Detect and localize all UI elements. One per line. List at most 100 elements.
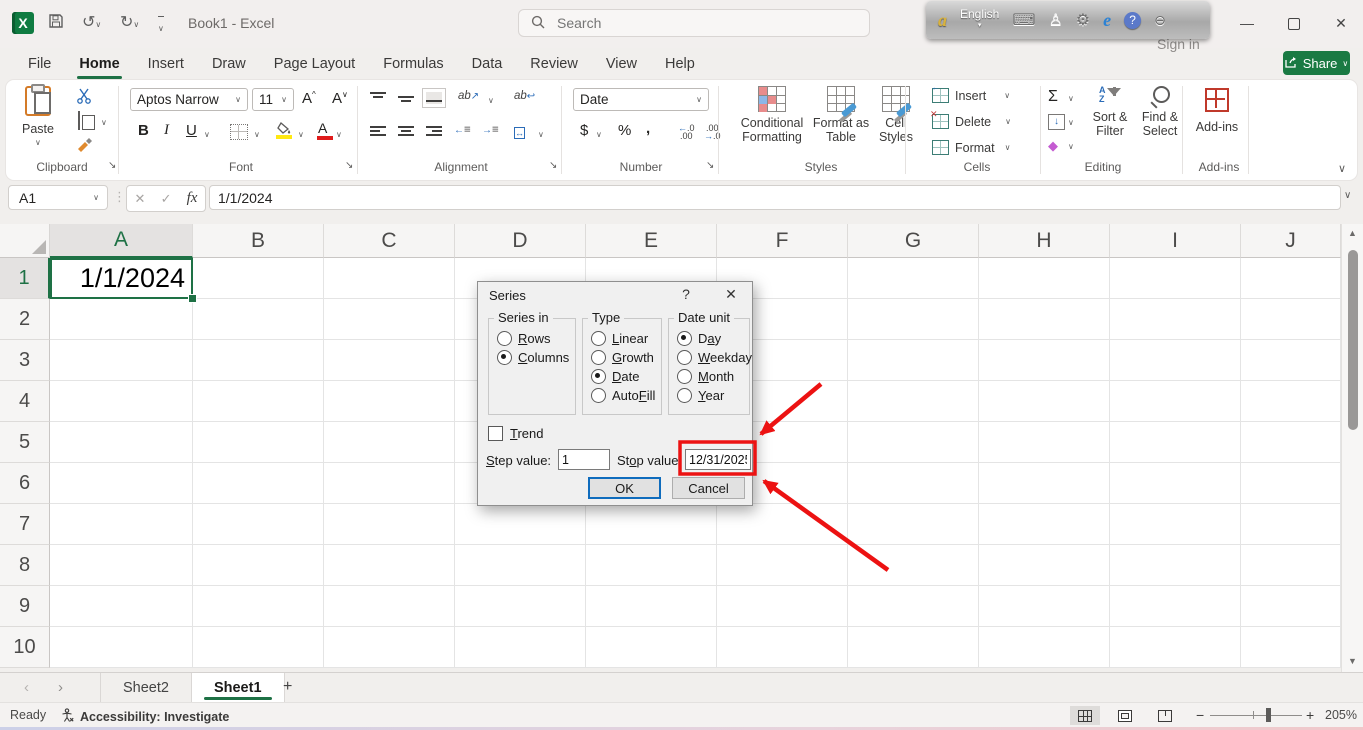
number-format-combo[interactable]: Date ∨: [573, 88, 709, 111]
menu-tab-view[interactable]: View: [594, 52, 649, 76]
number-dialog-launcher[interactable]: ↘: [706, 160, 714, 171]
row-header-6[interactable]: 6: [0, 463, 50, 504]
formula-bar-splitter[interactable]: ⋮: [113, 189, 126, 205]
column-header-H[interactable]: H: [979, 224, 1110, 258]
clipboard-dialog-launcher[interactable]: ↘: [108, 160, 116, 171]
selected-cell-a1[interactable]: 1/1/2024: [50, 258, 193, 299]
autosum-button[interactable]: Σ: [1048, 88, 1058, 106]
borders-icon[interactable]: [230, 124, 248, 140]
trend-checkbox[interactable]: Trend: [488, 426, 544, 441]
currency-button[interactable]: $: [580, 122, 588, 139]
radio-button[interactable]: [591, 350, 606, 365]
sheet-tab-sheet1[interactable]: Sheet1: [191, 673, 285, 702]
search-box[interactable]: [518, 9, 870, 37]
align-left-button[interactable]: [370, 126, 386, 138]
menu-tab-data[interactable]: Data: [460, 52, 515, 76]
column-header-E[interactable]: E: [586, 224, 717, 258]
align-center-button[interactable]: [398, 126, 414, 138]
column-header-G[interactable]: G: [848, 224, 979, 258]
keyboard-icon[interactable]: ⌨: [1012, 10, 1035, 30]
column-header-D[interactable]: D: [455, 224, 586, 258]
zoom-level[interactable]: 205%: [1325, 708, 1357, 722]
save-icon[interactable]: [48, 13, 64, 35]
radio-button[interactable]: [591, 331, 606, 346]
middle-align-button[interactable]: [398, 92, 414, 104]
radio-year[interactable]: Year: [677, 388, 724, 403]
increase-font-size-button[interactable]: A^: [302, 90, 316, 107]
clear-dropdown[interactable]: ∨: [1068, 142, 1074, 151]
bottom-align-button[interactable]: [422, 88, 446, 108]
name-box-input[interactable]: [17, 188, 81, 207]
zoom-in-button[interactable]: +: [1306, 707, 1314, 723]
vertical-scroll-thumb[interactable]: [1348, 250, 1358, 430]
paste-button[interactable]: Paste ∨: [22, 84, 54, 147]
accessibility-status[interactable]: Accessibility: Investigate: [60, 708, 229, 726]
insert-cells-button[interactable]: Insert∨: [931, 82, 1010, 103]
fill-dropdown[interactable]: ∨: [1068, 118, 1074, 127]
undo-button[interactable]: ↺∨: [82, 13, 101, 35]
zoom-out-button[interactable]: −: [1196, 707, 1204, 723]
window-close-button[interactable]: ✕: [1326, 15, 1356, 32]
step-value-input[interactable]: [558, 449, 610, 470]
increase-indent-button[interactable]: →≡: [482, 124, 499, 136]
format-as-table-button[interactable]: Format as Table: [806, 86, 876, 144]
row-header-5[interactable]: 5: [0, 422, 50, 463]
merge-center-button[interactable]: ↔: [514, 124, 525, 139]
radio-growth[interactable]: Growth: [591, 350, 654, 365]
name-box[interactable]: ∨: [8, 185, 108, 210]
formula-input[interactable]: 1/1/2024: [209, 185, 1341, 210]
format-cells-button[interactable]: Format ∨: [932, 140, 1010, 155]
row-header-8[interactable]: 8: [0, 545, 50, 586]
window-maximize-button[interactable]: [1279, 17, 1309, 33]
column-header-B[interactable]: B: [193, 224, 324, 258]
autosum-dropdown[interactable]: ∨: [1068, 94, 1074, 103]
underline-dropdown[interactable]: ∨: [204, 130, 210, 139]
ok-button[interactable]: OK: [588, 477, 661, 499]
stop-value-input[interactable]: [685, 449, 751, 470]
row-header-10[interactable]: 10: [0, 627, 50, 668]
orientation-dropdown[interactable]: ∨: [488, 96, 494, 105]
redo-button[interactable]: ↻∨: [120, 13, 139, 35]
row-header-9[interactable]: 9: [0, 586, 50, 627]
percent-button[interactable]: %: [618, 122, 631, 139]
page-break-view-button[interactable]: [1150, 706, 1180, 725]
radio-linear[interactable]: Linear: [591, 331, 648, 346]
zoom-slider-thumb[interactable]: [1266, 708, 1271, 722]
dialog-help-button[interactable]: ?: [675, 286, 697, 302]
menu-tab-review[interactable]: Review: [518, 52, 590, 76]
radio-month[interactable]: Month: [677, 369, 734, 384]
borders-dropdown[interactable]: ∨: [254, 130, 260, 139]
radio-button[interactable]: [591, 369, 606, 384]
menu-tab-formulas[interactable]: Formulas: [371, 52, 455, 76]
radio-autofill[interactable]: AutoFill: [591, 388, 655, 403]
sheet-tab-sheet2[interactable]: Sheet2: [100, 673, 192, 702]
minimize-toolbar-icon[interactable]: ⊖: [1154, 12, 1166, 29]
radio-button[interactable]: [677, 350, 692, 365]
alignment-dialog-launcher[interactable]: ↘: [549, 160, 557, 171]
radio-button[interactable]: [677, 331, 692, 346]
scroll-up-arrow[interactable]: ▲: [1348, 228, 1357, 238]
ime-tool-icon[interactable]: ♙: [1048, 10, 1062, 30]
browser-e-icon[interactable]: e: [1103, 10, 1111, 31]
next-sheet-arrow[interactable]: ›: [58, 679, 63, 696]
sort-filter-button[interactable]: A Z Sort & Filter: [1084, 86, 1136, 139]
row-header-3[interactable]: 3: [0, 340, 50, 381]
menu-tab-insert[interactable]: Insert: [136, 52, 196, 76]
radio-button[interactable]: [497, 350, 512, 365]
name-box-dropdown[interactable]: ∨: [93, 193, 99, 202]
top-align-button[interactable]: [370, 92, 386, 104]
radio-rows[interactable]: Rows: [497, 331, 551, 346]
column-header-J[interactable]: J: [1241, 224, 1341, 258]
font-dialog-launcher[interactable]: ↘: [345, 160, 353, 171]
window-minimize-button[interactable]: —: [1232, 15, 1262, 31]
language-bar[interactable]: a English ▾ ⌨ ♙ ⚙ e ? ⊖: [926, 1, 1210, 39]
decrease-font-size-button[interactable]: A∨: [332, 90, 348, 107]
column-header-F[interactable]: F: [717, 224, 848, 258]
normal-view-button[interactable]: [1070, 706, 1100, 725]
confirm-entry-icon[interactable]: ✓: [161, 191, 172, 207]
column-header-C[interactable]: C: [324, 224, 455, 258]
cancel-button[interactable]: Cancel: [672, 477, 745, 499]
font-color-dropdown[interactable]: ∨: [336, 130, 342, 139]
menu-tab-help[interactable]: Help: [653, 52, 707, 76]
menu-tab-home[interactable]: Home: [67, 52, 131, 79]
